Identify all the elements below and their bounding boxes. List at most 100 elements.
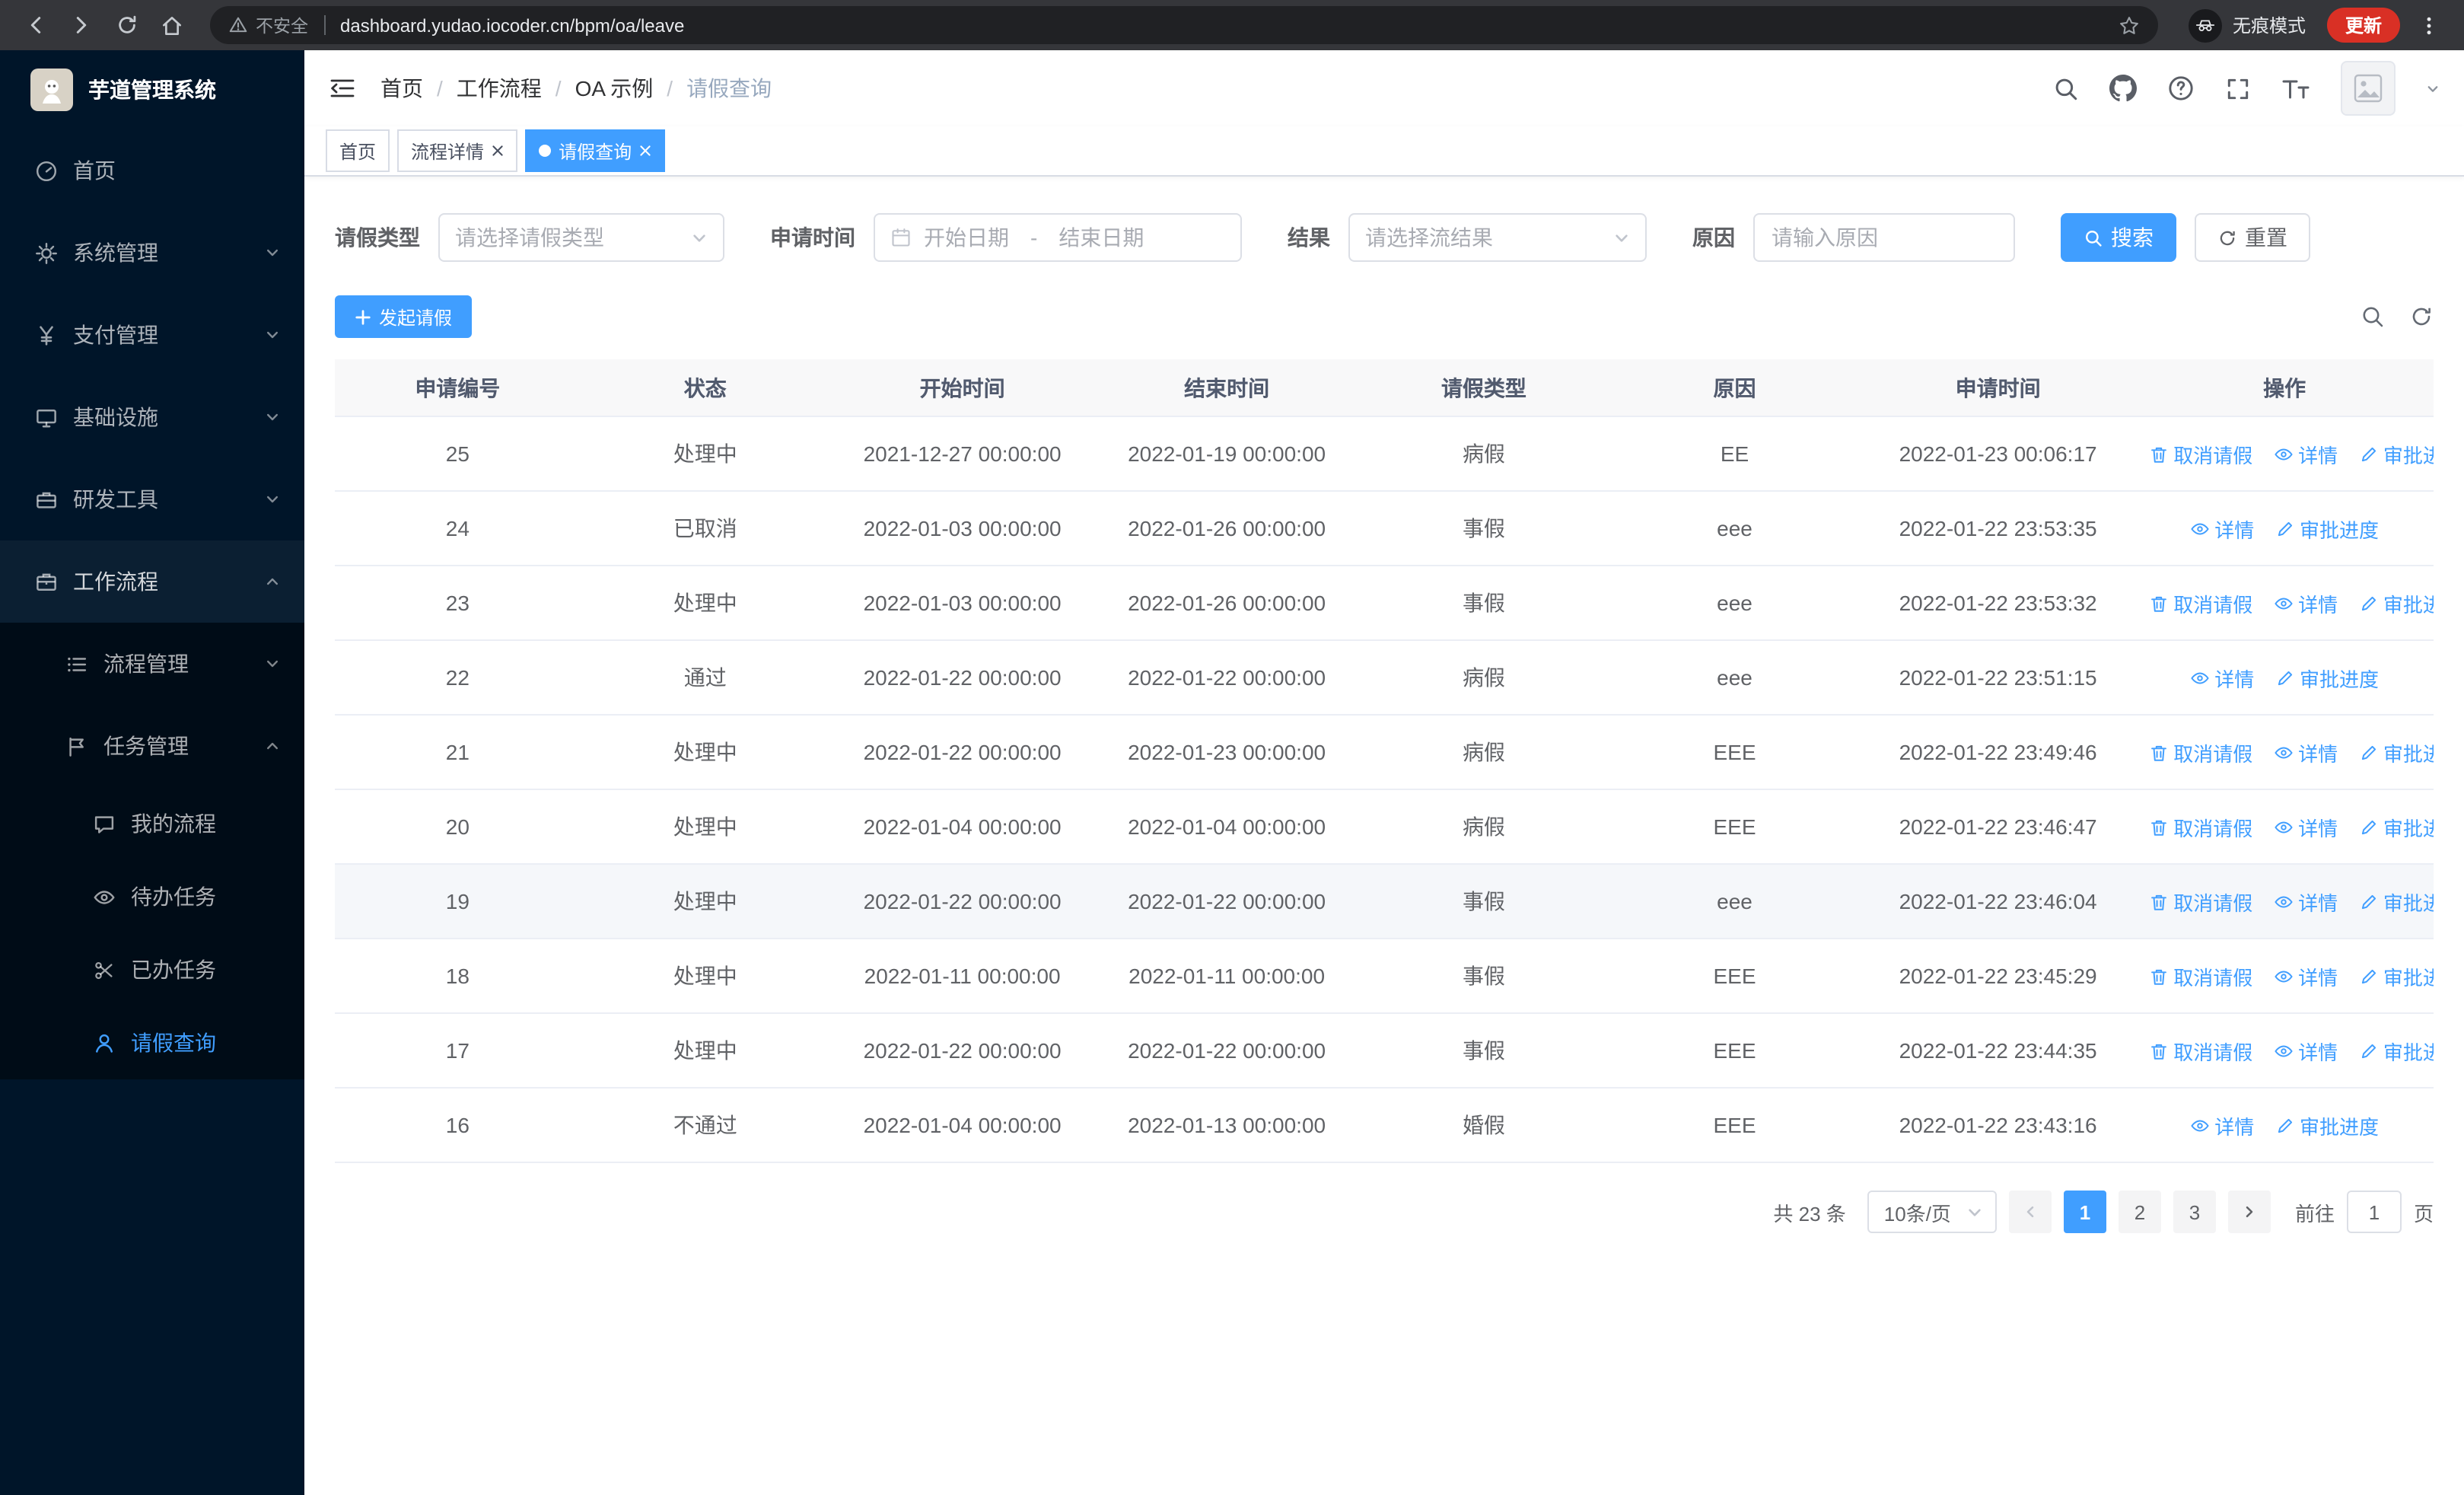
prev-page-button[interactable] xyxy=(2008,1191,2052,1233)
sidebar-item-leave-query[interactable]: 请假查询 xyxy=(0,1006,304,1079)
approval-progress-link[interactable]: 审批进度 xyxy=(2275,1111,2379,1140)
browser-home-button[interactable] xyxy=(152,5,192,45)
leave-type-select[interactable]: 请选择请假类型 xyxy=(438,213,724,262)
breadcrumb-workflow[interactable]: 工作流程 xyxy=(457,73,542,104)
approval-progress-link[interactable]: 审批进度 xyxy=(2359,812,2434,841)
tab-home[interactable]: 首页 xyxy=(326,129,390,172)
table-toolbar: 发起请假 xyxy=(335,295,2434,338)
cancel-leave-link[interactable]: 取消请假 xyxy=(2149,1036,2252,1065)
close-icon[interactable] xyxy=(492,145,504,157)
approval-progress-link[interactable]: 审批进度 xyxy=(2359,588,2434,617)
sidebar-item-done-tasks[interactable]: 已办任务 xyxy=(0,933,304,1006)
reset-button[interactable]: 重置 xyxy=(2195,213,2310,262)
detail-label: 详情 xyxy=(2298,742,2338,765)
search-button[interactable]: 搜索 xyxy=(2061,213,2176,262)
approval-progress-link[interactable]: 审批进度 xyxy=(2359,887,2434,916)
detail-link[interactable]: 详情 xyxy=(2274,1036,2338,1065)
update-button[interactable]: 更新 xyxy=(2326,8,2400,43)
sidebar-item-system[interactable]: 系统管理 xyxy=(0,212,304,294)
navbar-search-button[interactable] xyxy=(2053,75,2079,101)
cell-end-time: 2022-01-22 00:00:00 xyxy=(1094,640,1359,716)
sidebar-item-infrastructure[interactable]: 基础设施 xyxy=(0,376,304,458)
trash-icon xyxy=(2151,1043,2167,1059)
toggle-search-button[interactable] xyxy=(2361,304,2385,329)
sidebar-item-devtools[interactable]: 研发工具 xyxy=(0,458,304,540)
detail-link[interactable]: 详情 xyxy=(2274,738,2338,767)
sidebar-item-home[interactable]: 首页 xyxy=(0,129,304,212)
page-button-3[interactable]: 3 xyxy=(2173,1191,2216,1233)
approval-progress-link[interactable]: 审批进度 xyxy=(2359,961,2434,990)
help-button[interactable] xyxy=(2167,75,2195,102)
tab-leave-query[interactable]: 请假查询 xyxy=(525,129,666,172)
goto-page-input[interactable] xyxy=(2346,1191,2402,1233)
cancel-leave-link[interactable]: 取消请假 xyxy=(2149,588,2252,617)
sidebar-item-task-management[interactable]: 任务管理 xyxy=(0,705,304,787)
user-menu-caret-icon[interactable] xyxy=(2426,81,2440,95)
approval-progress-link[interactable]: 审批进度 xyxy=(2275,514,2379,543)
sidebar-item-my-process[interactable]: 我的流程 xyxy=(0,787,304,860)
browser-back-button[interactable] xyxy=(15,5,55,45)
detail-link[interactable]: 详情 xyxy=(2274,812,2338,841)
user-avatar[interactable] xyxy=(2341,61,2396,116)
detail-link[interactable]: 详情 xyxy=(2274,439,2338,468)
browser-forward-button[interactable] xyxy=(61,5,100,45)
sidebar-item-payment[interactable]: 支付管理 xyxy=(0,294,304,376)
cancel-leave-link[interactable]: 取消请假 xyxy=(2149,439,2252,468)
approval-progress-label: 审批进度 xyxy=(2383,817,2434,840)
detail-link[interactable]: 详情 xyxy=(2190,1111,2254,1140)
date-range-picker[interactable]: 开始日期 - 结束日期 xyxy=(874,213,1242,262)
font-size-button[interactable] xyxy=(2281,77,2310,100)
collapse-sidebar-button[interactable] xyxy=(329,75,356,102)
browser-menu-button[interactable] xyxy=(2409,5,2449,45)
cell-apply-time: 2022-01-22 23:43:16 xyxy=(1860,1088,2136,1163)
github-button[interactable] xyxy=(2109,75,2137,102)
cancel-leave-link[interactable]: 取消请假 xyxy=(2149,812,2252,841)
user-icon xyxy=(91,1031,116,1054)
breadcrumb-home[interactable]: 首页 xyxy=(380,73,423,104)
tab-process-detail[interactable]: 流程详情 xyxy=(397,129,518,172)
detail-link[interactable]: 详情 xyxy=(2190,663,2254,692)
security-warning[interactable]: 不安全 xyxy=(228,13,308,37)
reason-input[interactable] xyxy=(1753,213,2015,262)
refresh-icon xyxy=(2220,230,2235,245)
create-leave-button[interactable]: 发起请假 xyxy=(335,295,473,338)
breadcrumb-oa-example[interactable]: OA 示例 xyxy=(575,73,654,104)
cell-start-time: 2022-01-03 00:00:00 xyxy=(829,491,1095,566)
approval-progress-link[interactable]: 审批进度 xyxy=(2359,439,2434,468)
approval-progress-link[interactable]: 审批进度 xyxy=(2275,663,2379,692)
sidebar-item-process-management[interactable]: 流程管理 xyxy=(0,623,304,705)
detail-link[interactable]: 详情 xyxy=(2274,961,2338,990)
app-logo-row[interactable]: 芋道管理系统 xyxy=(0,50,304,129)
table-row: 25 处理中 2021-12-27 00:00:00 2022-01-19 00… xyxy=(335,416,2434,492)
chevron-down-icon xyxy=(265,410,280,425)
cell-status: 通过 xyxy=(580,640,830,716)
page-button-2[interactable]: 2 xyxy=(2118,1191,2161,1233)
edit-icon xyxy=(2361,968,2376,983)
page-button-1[interactable]: 1 xyxy=(2063,1191,2106,1233)
cell-reason: EEE xyxy=(1609,715,1861,790)
detail-link[interactable]: 详情 xyxy=(2190,514,2254,543)
approval-progress-link[interactable]: 审批进度 xyxy=(2359,738,2434,767)
address-bar[interactable]: 不安全 dashboard.yudao.iocoder.cn/bpm/oa/le… xyxy=(210,6,2158,44)
fullscreen-button[interactable] xyxy=(2225,75,2251,101)
sidebar-item-todo-tasks[interactable]: 待办任务 xyxy=(0,860,304,933)
bookmark-star-icon[interactable] xyxy=(2119,14,2140,36)
result-select[interactable]: 请选择流结果 xyxy=(1348,213,1647,262)
cancel-leave-link[interactable]: 取消请假 xyxy=(2149,961,2252,990)
detail-link[interactable]: 详情 xyxy=(2274,887,2338,916)
next-page-button[interactable] xyxy=(2227,1191,2271,1233)
cell-actions: 取消请假 详情 审批进度 xyxy=(2135,416,2434,492)
refresh-table-button[interactable] xyxy=(2409,304,2434,329)
page-size-select[interactable]: 10条/页 xyxy=(1867,1191,1997,1233)
detail-link[interactable]: 详情 xyxy=(2274,588,2338,617)
close-icon[interactable] xyxy=(639,145,651,157)
sidebar-item-workflow[interactable]: 工作流程 xyxy=(0,540,304,623)
approval-progress-link[interactable]: 审批进度 xyxy=(2359,1036,2434,1065)
col-start-time: 开始时间 xyxy=(829,359,1095,417)
cancel-leave-link[interactable]: 取消请假 xyxy=(2149,887,2252,916)
cell-apply-id: 24 xyxy=(335,491,581,566)
cancel-leave-link[interactable]: 取消请假 xyxy=(2149,738,2252,767)
col-status: 状态 xyxy=(580,359,830,417)
select-placeholder: 请选择请假类型 xyxy=(455,225,604,250)
browser-reload-button[interactable] xyxy=(107,5,146,45)
